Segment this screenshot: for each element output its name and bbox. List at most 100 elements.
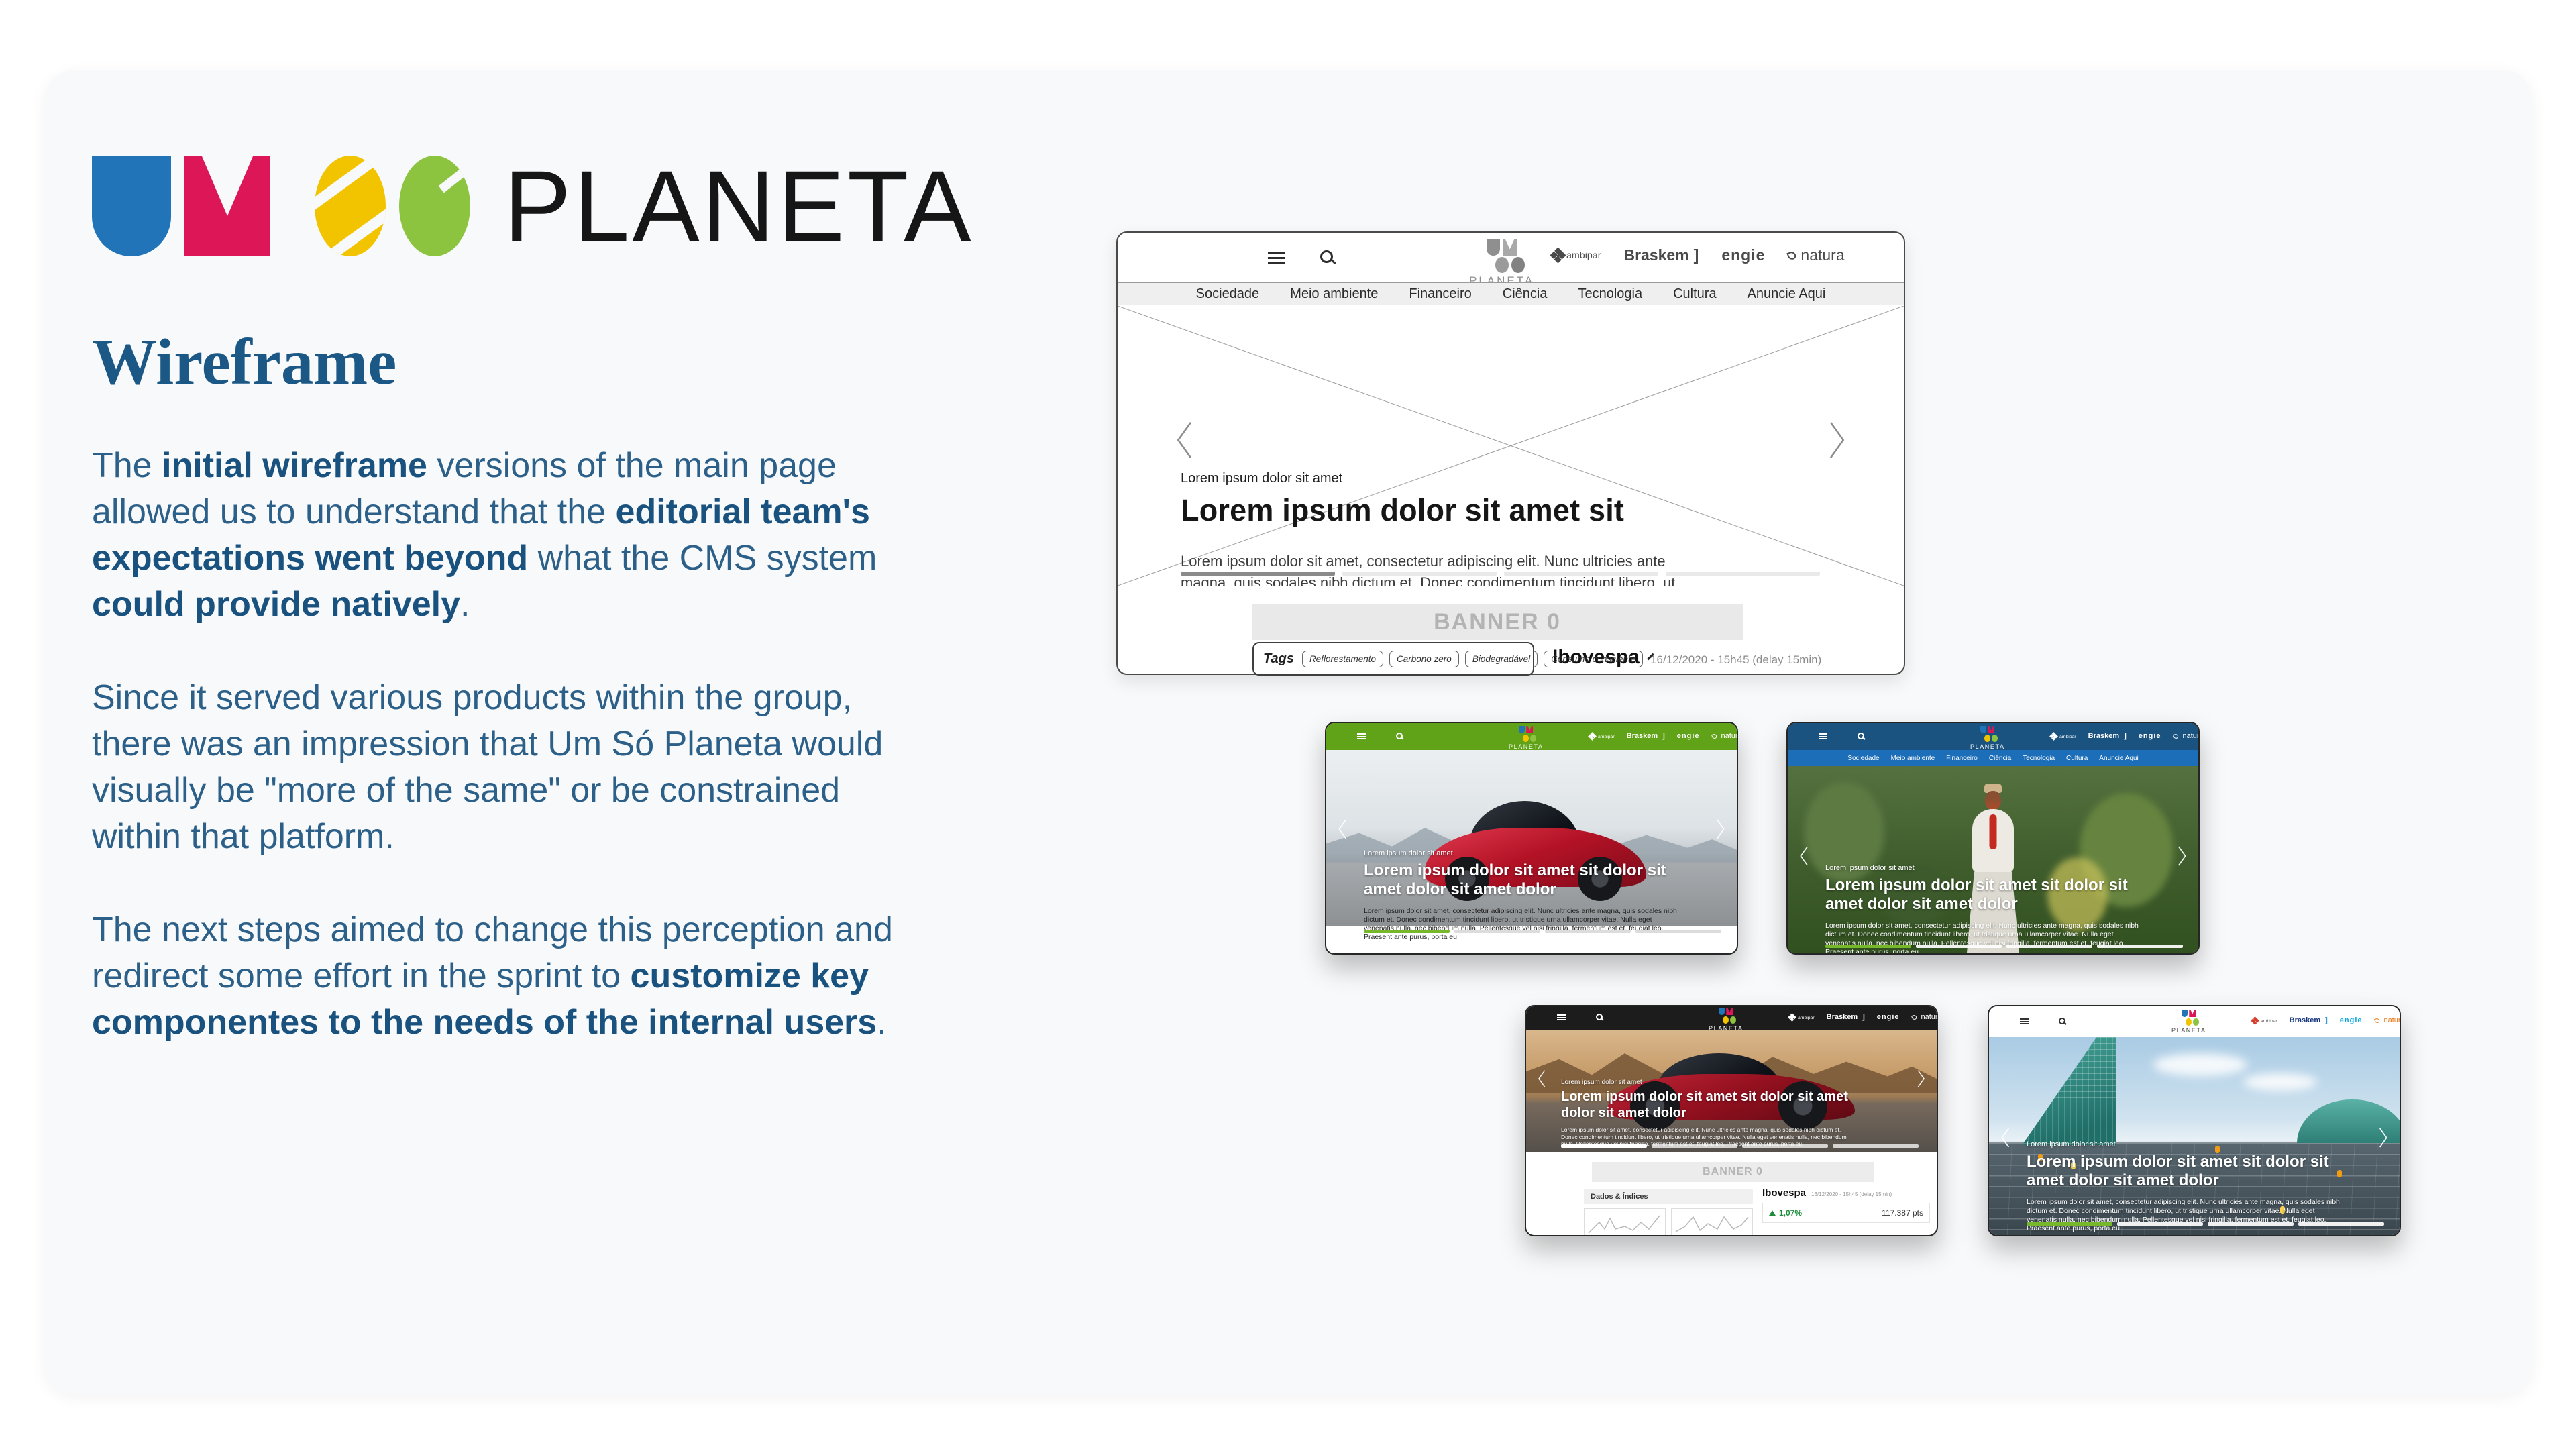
banner-placeholder: BANNER 0: [1592, 1162, 1874, 1182]
mockup-white-header: PLANETA ambipar Braskem] engie natura: [1988, 1005, 2401, 1236]
logo-wordmark: PLANETA: [504, 156, 973, 256]
stacked-logo: PLANETA: [2171, 1010, 2206, 1034]
stacked-logo: PLANETA: [1709, 1008, 1743, 1032]
stacked-logo: PLANETA: [1509, 726, 1544, 750]
hero-body: Lorem ipsum dolor sit amet, consectetur …: [1364, 907, 1679, 942]
body-copy: The initial wireframe versions of the ma…: [92, 443, 917, 1093]
hero-title: Lorem ipsum dolor sit amet sit dolor sit…: [1825, 876, 2141, 914]
sponsor-logos: ambipar Braskem] engie natura: [1789, 1013, 1938, 1021]
logo-s-shape: [315, 156, 386, 256]
hamburger-icon: [1557, 1014, 1566, 1020]
hero-kicker: Lorem ipsum dolor sit amet: [1364, 849, 1679, 857]
hamburger-icon: [1357, 733, 1366, 739]
chevron-right-icon: [1827, 419, 1847, 462]
nav-item: Ciência: [1989, 755, 2011, 762]
ambipar-icon: [1550, 247, 1566, 263]
carousel-pagination: [1825, 945, 2183, 948]
hamburger-icon: [2020, 1018, 2029, 1024]
nav-item: Anuncie Aqui: [2099, 755, 2138, 762]
chevron-left-icon: [1799, 844, 1809, 868]
stacked-logo-gray: PLANETA: [1469, 239, 1534, 288]
hero-title: Lorem ipsum dolor sit amet sit dolor sit…: [2027, 1152, 2342, 1190]
chevron-left-icon: [1537, 1068, 1546, 1089]
hero-kicker: Lorem ipsum dolor sit amet: [1561, 1079, 1876, 1086]
nav-item: Financeiro: [1409, 286, 1471, 302]
chevron-right-icon: [1917, 1068, 1926, 1089]
logo-m-shape: [184, 156, 270, 256]
search-icon: [1596, 1014, 1603, 1020]
hero-body: Lorem ipsum dolor sit amet, consectetur …: [2027, 1198, 2342, 1233]
tags-bar: Tags ReflorestamentoCarbono zeroBiodegra…: [1252, 642, 1534, 676]
hero-copy: Lorem ipsum dolor sit amet Lorem ipsum d…: [1561, 1079, 1876, 1148]
banner-placeholder: BANNER 0: [1252, 604, 1743, 640]
tag-pill: Biodegradável: [1465, 651, 1538, 667]
ibovespa-date: 16/12/2020 - 15h45 (delay 15min): [1650, 653, 1821, 667]
carousel-body: Lorem ipsum dolor sit amet, consectetur …: [1181, 551, 1697, 586]
mini-chart: [1584, 1208, 1666, 1236]
nav-item: Tecnologia: [1578, 286, 1642, 302]
chevron-left-icon: [2000, 1126, 2010, 1150]
tag-pill: Carbono zero: [1389, 651, 1459, 667]
wireframe-nav: Sociedade Meio ambiente Financeiro Ciência T…: [1118, 282, 1904, 305]
hero-copy: Lorem ipsum dolor sit amet Lorem ipsum d…: [1364, 849, 1679, 942]
tags-list: Reflorestamento Carbono zero Biodegradável…: [1302, 651, 1643, 667]
nav-item: Sociedade: [1196, 286, 1260, 302]
carousel-kicker: Lorem ipsum dolor sit amet: [1181, 471, 1717, 486]
hero-kicker: Lorem ipsum dolor sit amet: [2027, 1140, 2342, 1148]
engie-logo: engie: [1721, 246, 1765, 264]
ibovespa-points: 117.387 pts: [1882, 1208, 1923, 1218]
tag-pill: Consumo consciente: [1544, 651, 1643, 667]
hero-copy: Lorem ipsum dolor sit amet Lorem ipsum d…: [1825, 864, 2141, 955]
carousel-pagination: [1561, 1144, 1919, 1148]
nav-item: Cultura: [2066, 755, 2088, 762]
mockup-header: PLANETA ambipar Braskem] engie natura: [1989, 1006, 2400, 1037]
page-title: Wireframe: [92, 325, 396, 399]
nav-item: Meio ambiente: [1891, 755, 1935, 762]
ibovespa-date: 16/12/2020 - 15h45 (delay 15min): [1811, 1191, 1892, 1197]
content-card: PLANETA Wireframe The initial wireframe …: [44, 70, 2533, 1394]
mini-chart: [1671, 1208, 1753, 1236]
ibovespa-panel: Ibovespa 16/12/2020 - 15h45 (delay 15min…: [1762, 1187, 1930, 1223]
ambipar-logo: ambipar: [1552, 250, 1601, 261]
logo-u-shape: [92, 156, 171, 256]
dados-indices-panel: Dados & Índices: [1584, 1189, 1753, 1236]
hero-body: Lorem ipsum dolor sit amet, consectetur …: [1825, 922, 2141, 955]
tags-label: Tags: [1263, 651, 1294, 667]
nav-item: Anuncie Aqui: [1748, 286, 1826, 302]
mockup-nav: Sociedade Meio ambiente Financeiro Ciência T…: [1788, 750, 2198, 766]
carousel-pagination: [1364, 930, 1721, 933]
sponsor-logos: ambipar Braskem] engie natura: [1589, 732, 1738, 740]
mockup-header: PLANETA ambipar Braskem] engie natura: [1526, 1006, 1937, 1030]
paragraph-3: The next steps aimed to change this perc…: [92, 907, 917, 1046]
nav-item: Cultura: [1673, 286, 1716, 302]
mockup-blue-header: PLANETA ambipar Braskem] engie natura So…: [1786, 722, 2200, 955]
braskem-logo: Braskem]: [1623, 246, 1699, 264]
mockup-black-header: PLANETA ambipar Braskem] engie natura: [1525, 1005, 1938, 1236]
wireframe-header: PLANETA ambipar Braskem] engie natura: [1118, 233, 1904, 282]
leaf-icon: [1787, 250, 1797, 260]
search-icon: [2059, 1018, 2065, 1024]
nav-item: Ciência: [1503, 286, 1548, 302]
arrow-up-icon: [1769, 1210, 1776, 1216]
chevron-right-icon: [2177, 844, 2188, 868]
search-icon: [1320, 250, 1333, 263]
hero-title: Lorem ipsum dolor sit amet sit dolor sit…: [1364, 861, 1679, 899]
carousel-copy: Lorem ipsum dolor sit amet Lorem ipsum d…: [1181, 471, 1717, 586]
nav-item: Tecnologia: [2023, 755, 2055, 762]
chevron-left-icon: [1174, 419, 1194, 462]
natura-logo: natura: [1788, 246, 1844, 264]
hero-title: Lorem ipsum dolor sit amet sit dolor sit…: [1561, 1089, 1876, 1121]
um-so-planeta-logo: PLANETA: [92, 156, 973, 258]
nav-item: Financeiro: [1946, 755, 1978, 762]
chevron-right-icon: [2378, 1126, 2389, 1150]
nav-item: Meio ambiente: [1290, 286, 1378, 302]
wireframe-mockup: PLANETA ambipar Braskem] engie natura So…: [1116, 231, 1905, 675]
mockup-header: PLANETA ambipar Braskem] engie natura: [1326, 723, 1737, 750]
stacked-logo: PLANETA: [1970, 726, 2005, 750]
paragraph-1: The initial wireframe versions of the ma…: [92, 443, 917, 628]
mockup-header: PLANETA ambipar Braskem] engie natura: [1788, 723, 2198, 750]
logo-o-shape: [399, 156, 470, 256]
ibovespa-change: 1,07%: [1769, 1208, 1802, 1218]
tag-pill: Reflorestamento: [1302, 651, 1383, 667]
nav-item: Sociedade: [1847, 755, 1879, 762]
